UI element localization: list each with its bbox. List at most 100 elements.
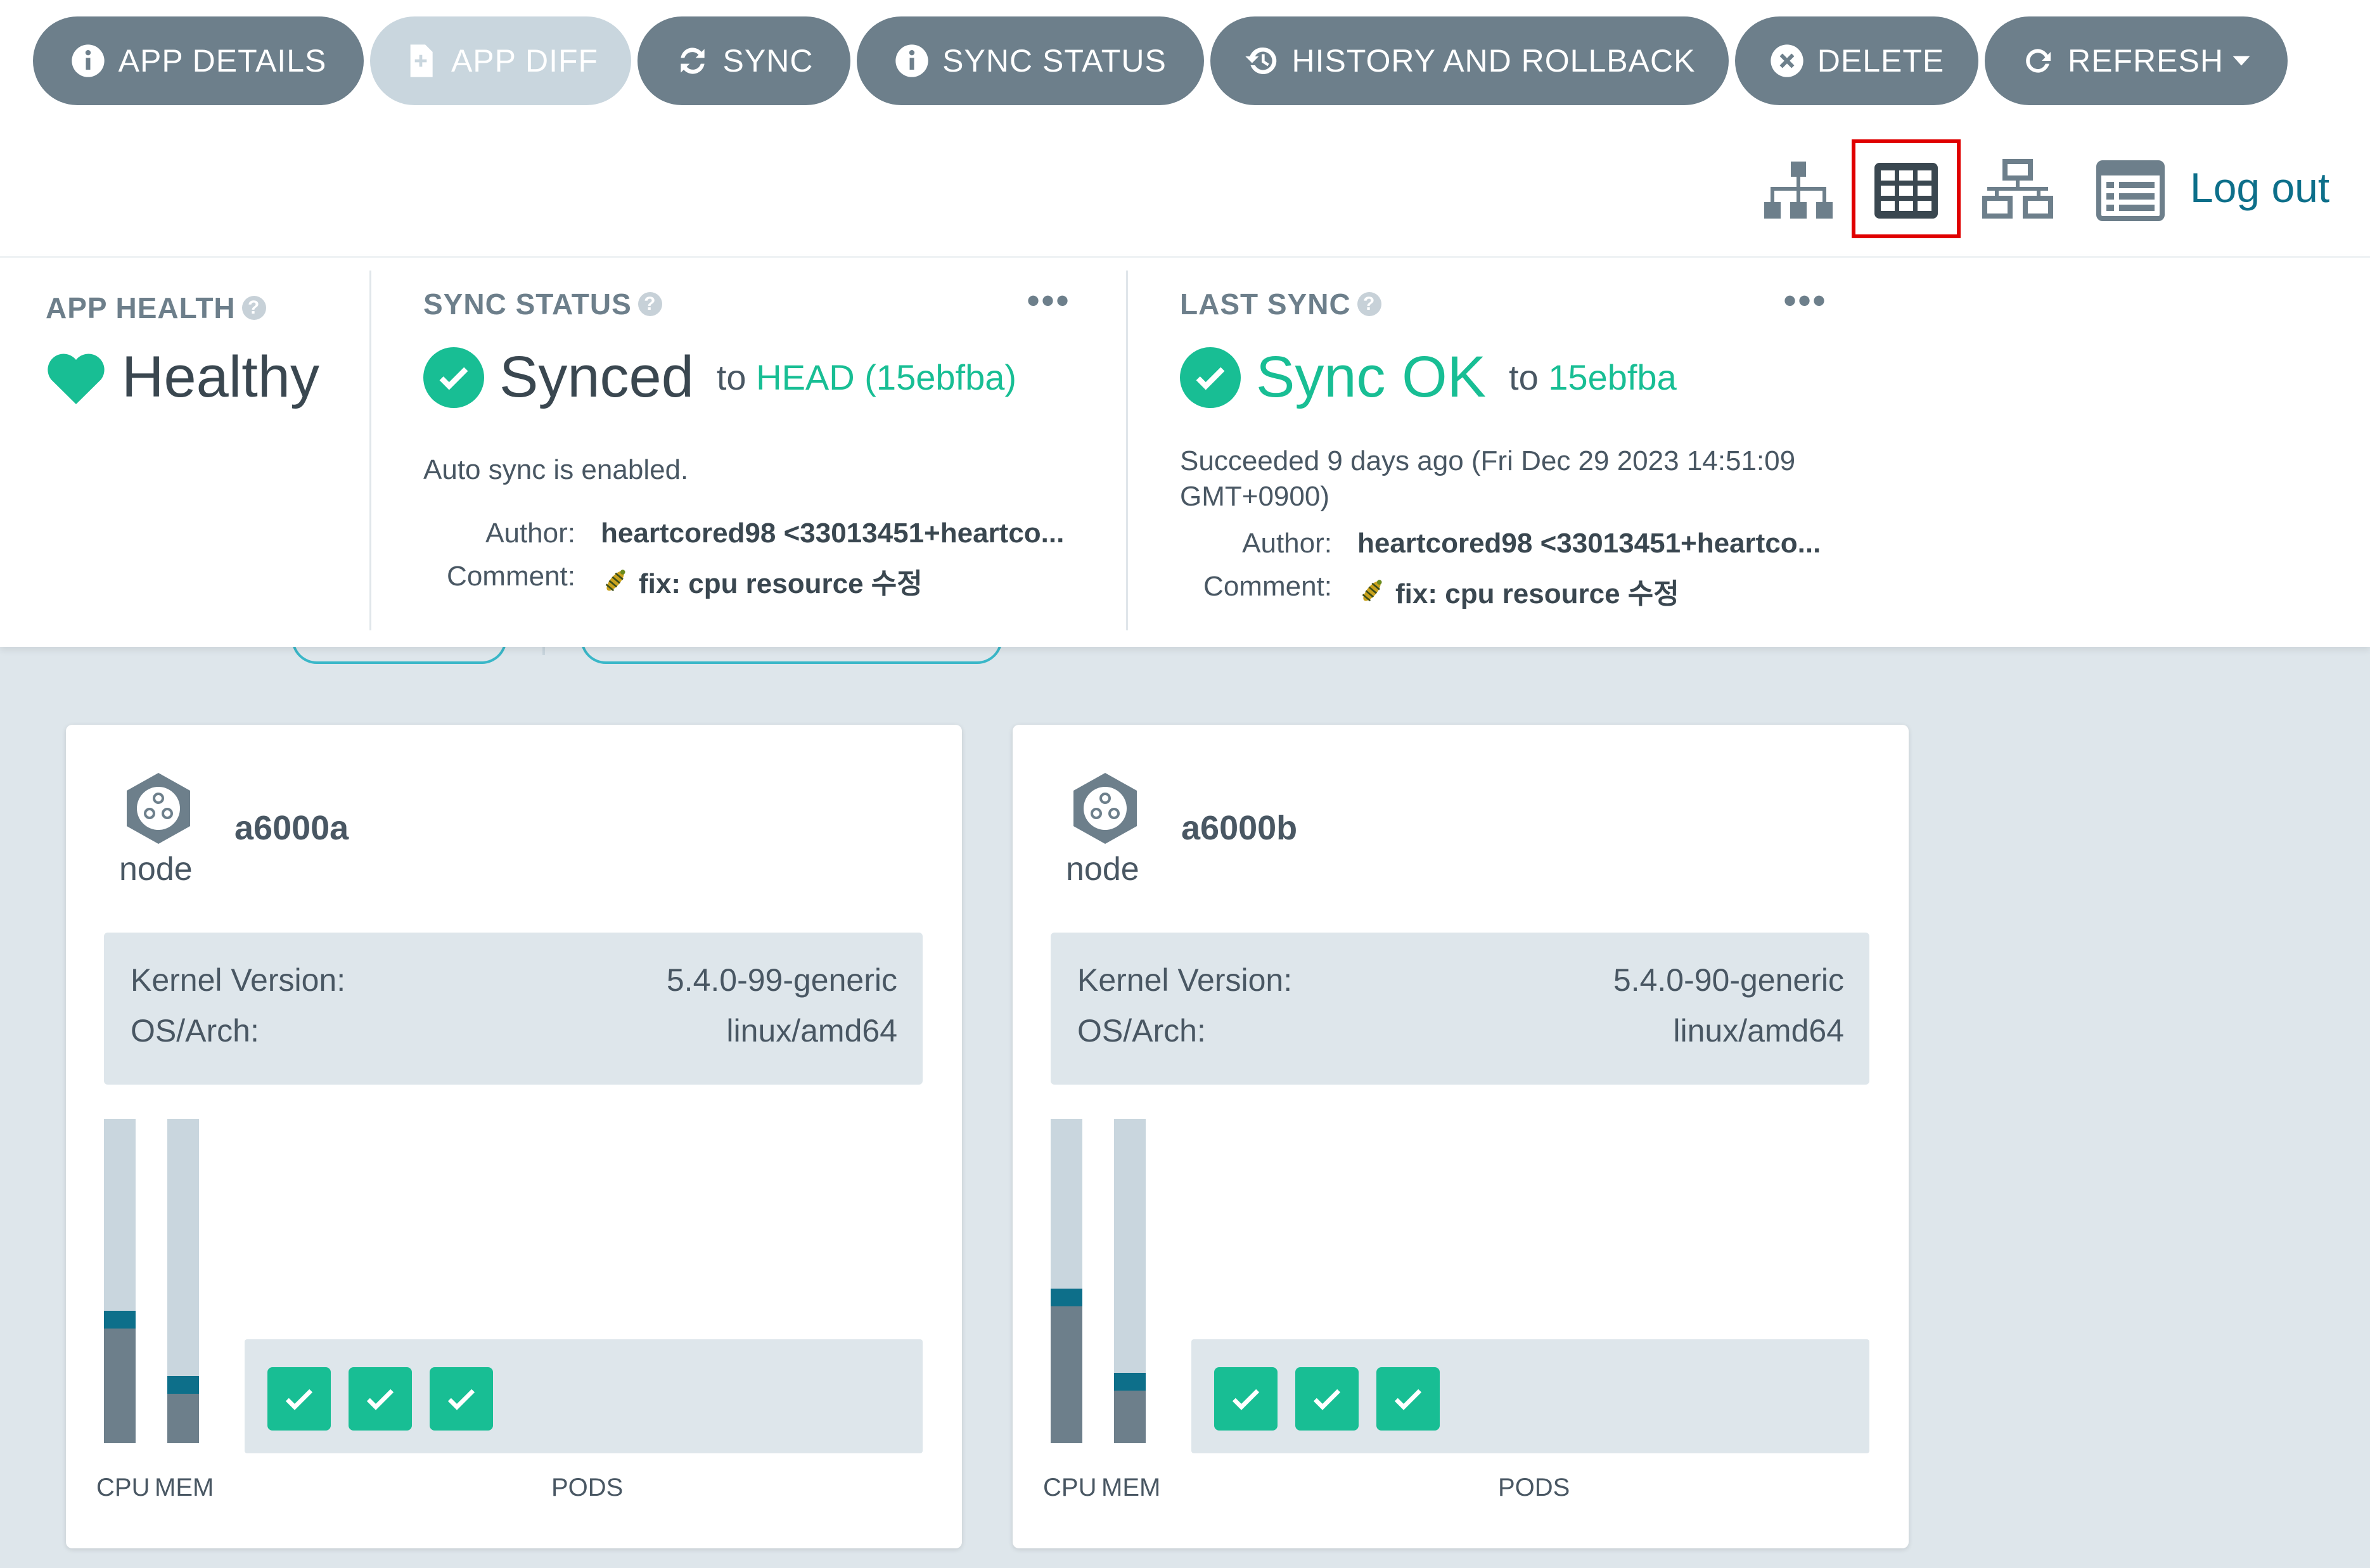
last-sync-to: to 15ebfba bbox=[1509, 357, 1677, 398]
history-and-rollback-label: HISTORY AND ROLLBACK bbox=[1291, 43, 1696, 79]
node-info: Kernel Version: 5.4.0-90-generic OS/Arch… bbox=[1051, 933, 1869, 1085]
sync-button[interactable]: SYNC bbox=[637, 16, 850, 105]
network-view-icon[interactable] bbox=[1980, 156, 2056, 226]
cpu-bar-cap bbox=[1051, 1289, 1082, 1306]
cpu-label: CPU bbox=[1043, 1474, 1097, 1501]
sync-status-to: to HEAD (15ebfba) bbox=[717, 357, 1016, 398]
pods-label: PODS bbox=[551, 1474, 624, 1501]
cpu-label: CPU bbox=[96, 1474, 150, 1501]
node-name: a6000a bbox=[234, 809, 349, 847]
os-arch-value: linux/amd64 bbox=[1673, 1013, 1844, 1049]
help-icon[interactable]: ? bbox=[241, 296, 266, 320]
sync-status-title: SYNC STATUS ? bbox=[423, 287, 662, 321]
last-sync-value: Sync OK to 15ebfba bbox=[1180, 344, 1677, 411]
cpu-bar-fill bbox=[1051, 1297, 1082, 1443]
mem-bar-cap bbox=[167, 1376, 199, 1394]
sync-status-text: Synced bbox=[499, 345, 694, 409]
sync-target-link[interactable]: HEAD (15ebfba) bbox=[756, 357, 1016, 397]
node-card[interactable]: a6000a node Kernel Version: 5.4.0-99-gen… bbox=[66, 725, 962, 1548]
to-prefix: to bbox=[1509, 357, 1539, 397]
mem-label: MEM bbox=[155, 1474, 214, 1501]
check-icon bbox=[1232, 1389, 1260, 1410]
pod-healthy[interactable] bbox=[430, 1367, 493, 1431]
help-icon[interactable]: ? bbox=[1357, 292, 1381, 316]
heart-icon bbox=[48, 354, 105, 404]
delete-label: DELETE bbox=[1817, 43, 1945, 79]
refresh-button[interactable]: REFRESH bbox=[1985, 16, 2288, 105]
pod-healthy[interactable] bbox=[1376, 1367, 1440, 1431]
last-sync-author-label: Author: bbox=[1242, 528, 1332, 559]
pod-healthy[interactable] bbox=[349, 1367, 412, 1431]
kernel-label: Kernel Version: bbox=[131, 962, 346, 998]
node-info: Kernel Version: 5.4.0-99-generic OS/Arch… bbox=[104, 933, 923, 1085]
last-sync-target-link[interactable]: 15ebfba bbox=[1548, 357, 1676, 397]
status-panel: APP HEALTH ? Healthy SYNC STATUS ? ••• S… bbox=[0, 256, 2370, 647]
to-prefix: to bbox=[716, 357, 746, 397]
pod-healthy[interactable] bbox=[1295, 1367, 1359, 1431]
check-icon bbox=[366, 1389, 394, 1410]
close-circle-icon bbox=[1771, 44, 1803, 77]
sync-status-button[interactable]: SYNC STATUS bbox=[857, 16, 1204, 105]
sync-author-label: Author: bbox=[485, 518, 575, 549]
last-sync-succeeded-line1: Succeeded 9 days ago (Fri Dec 29 2023 14… bbox=[1180, 445, 1796, 476]
mem-bar bbox=[167, 1119, 199, 1443]
list-view-icon[interactable] bbox=[2092, 156, 2168, 226]
app-health-value: Healthy bbox=[46, 344, 319, 411]
bug-emoji-icon bbox=[605, 570, 625, 592]
logout-link[interactable]: Log out bbox=[2190, 163, 2329, 212]
tree-view-icon[interactable] bbox=[1760, 156, 1836, 226]
sync-comment-label: Comment: bbox=[447, 561, 575, 592]
node-kind: node bbox=[1066, 851, 1139, 888]
pod-healthy[interactable] bbox=[1214, 1367, 1278, 1431]
last-sync-succeeded-line2: GMT+0900) bbox=[1180, 481, 1329, 512]
auto-sync-text: Auto sync is enabled. bbox=[423, 454, 689, 485]
history-icon bbox=[1245, 47, 1276, 74]
kubernetes-node-icon bbox=[1073, 773, 1137, 844]
node-card[interactable]: a6000b node Kernel Version: 5.4.0-90-gen… bbox=[1013, 725, 1909, 1548]
os-arch-label: OS/Arch: bbox=[131, 1013, 259, 1049]
last-sync-comment-text: fix: cpu resource 수정 bbox=[1395, 578, 1679, 609]
sync-icon bbox=[680, 48, 705, 74]
app-details-button[interactable]: APP DETAILS bbox=[33, 16, 364, 105]
app-health-title: APP HEALTH ? bbox=[46, 291, 266, 325]
info-icon bbox=[895, 44, 928, 77]
pod-healthy[interactable] bbox=[267, 1367, 331, 1431]
divider bbox=[1126, 271, 1128, 630]
kernel-label: Kernel Version: bbox=[1077, 962, 1293, 998]
kernel-value: 5.4.0-90-generic bbox=[1613, 962, 1844, 998]
app-health-text: Healthy bbox=[122, 345, 319, 409]
sync-comment-text: fix: cpu resource 수정 bbox=[639, 568, 923, 599]
mem-bar-cap bbox=[1114, 1373, 1146, 1391]
os-arch-value: linux/amd64 bbox=[726, 1013, 897, 1049]
cpu-bar-cap bbox=[104, 1311, 136, 1329]
check-icon bbox=[285, 1389, 313, 1410]
help-icon[interactable]: ? bbox=[637, 292, 662, 316]
last-sync-more-icon[interactable]: ••• bbox=[1783, 282, 1827, 320]
divider bbox=[369, 271, 371, 630]
os-arch-label: OS/Arch: bbox=[1077, 1013, 1206, 1049]
sync-status-more-icon[interactable]: ••• bbox=[1027, 282, 1070, 320]
mem-label: MEM bbox=[1101, 1474, 1161, 1501]
pods-area bbox=[1191, 1339, 1869, 1453]
last-sync-text: Sync OK bbox=[1256, 345, 1487, 409]
refresh-icon bbox=[2026, 49, 2051, 73]
cpu-bar bbox=[1051, 1119, 1082, 1443]
last-sync-comment-value: fix: cpu resource 수정 bbox=[1357, 571, 1679, 611]
refresh-label: REFRESH bbox=[2068, 43, 2224, 79]
app-health-title-text: APP HEALTH bbox=[46, 291, 236, 324]
sync-status-title-text: SYNC STATUS bbox=[423, 288, 632, 321]
pods-area bbox=[245, 1339, 923, 1453]
app-diff-button[interactable]: APP DIFF bbox=[370, 16, 631, 105]
sync-author-value: heartcored98 <33013451+heartco... bbox=[601, 518, 1065, 549]
mem-bar bbox=[1114, 1119, 1146, 1443]
history-and-rollback-button[interactable]: HISTORY AND ROLLBACK bbox=[1210, 16, 1729, 105]
cpu-bar bbox=[104, 1119, 136, 1443]
check-icon bbox=[1313, 1389, 1341, 1410]
node-kind: node bbox=[119, 851, 193, 888]
app-diff-label: APP DIFF bbox=[451, 43, 599, 79]
app-details-label: APP DETAILS bbox=[118, 43, 327, 79]
delete-button[interactable]: DELETE bbox=[1735, 16, 1978, 105]
check-icon bbox=[1394, 1389, 1422, 1410]
sync-status-label: SYNC STATUS bbox=[942, 43, 1167, 79]
cpu-bar-fill bbox=[104, 1320, 136, 1443]
